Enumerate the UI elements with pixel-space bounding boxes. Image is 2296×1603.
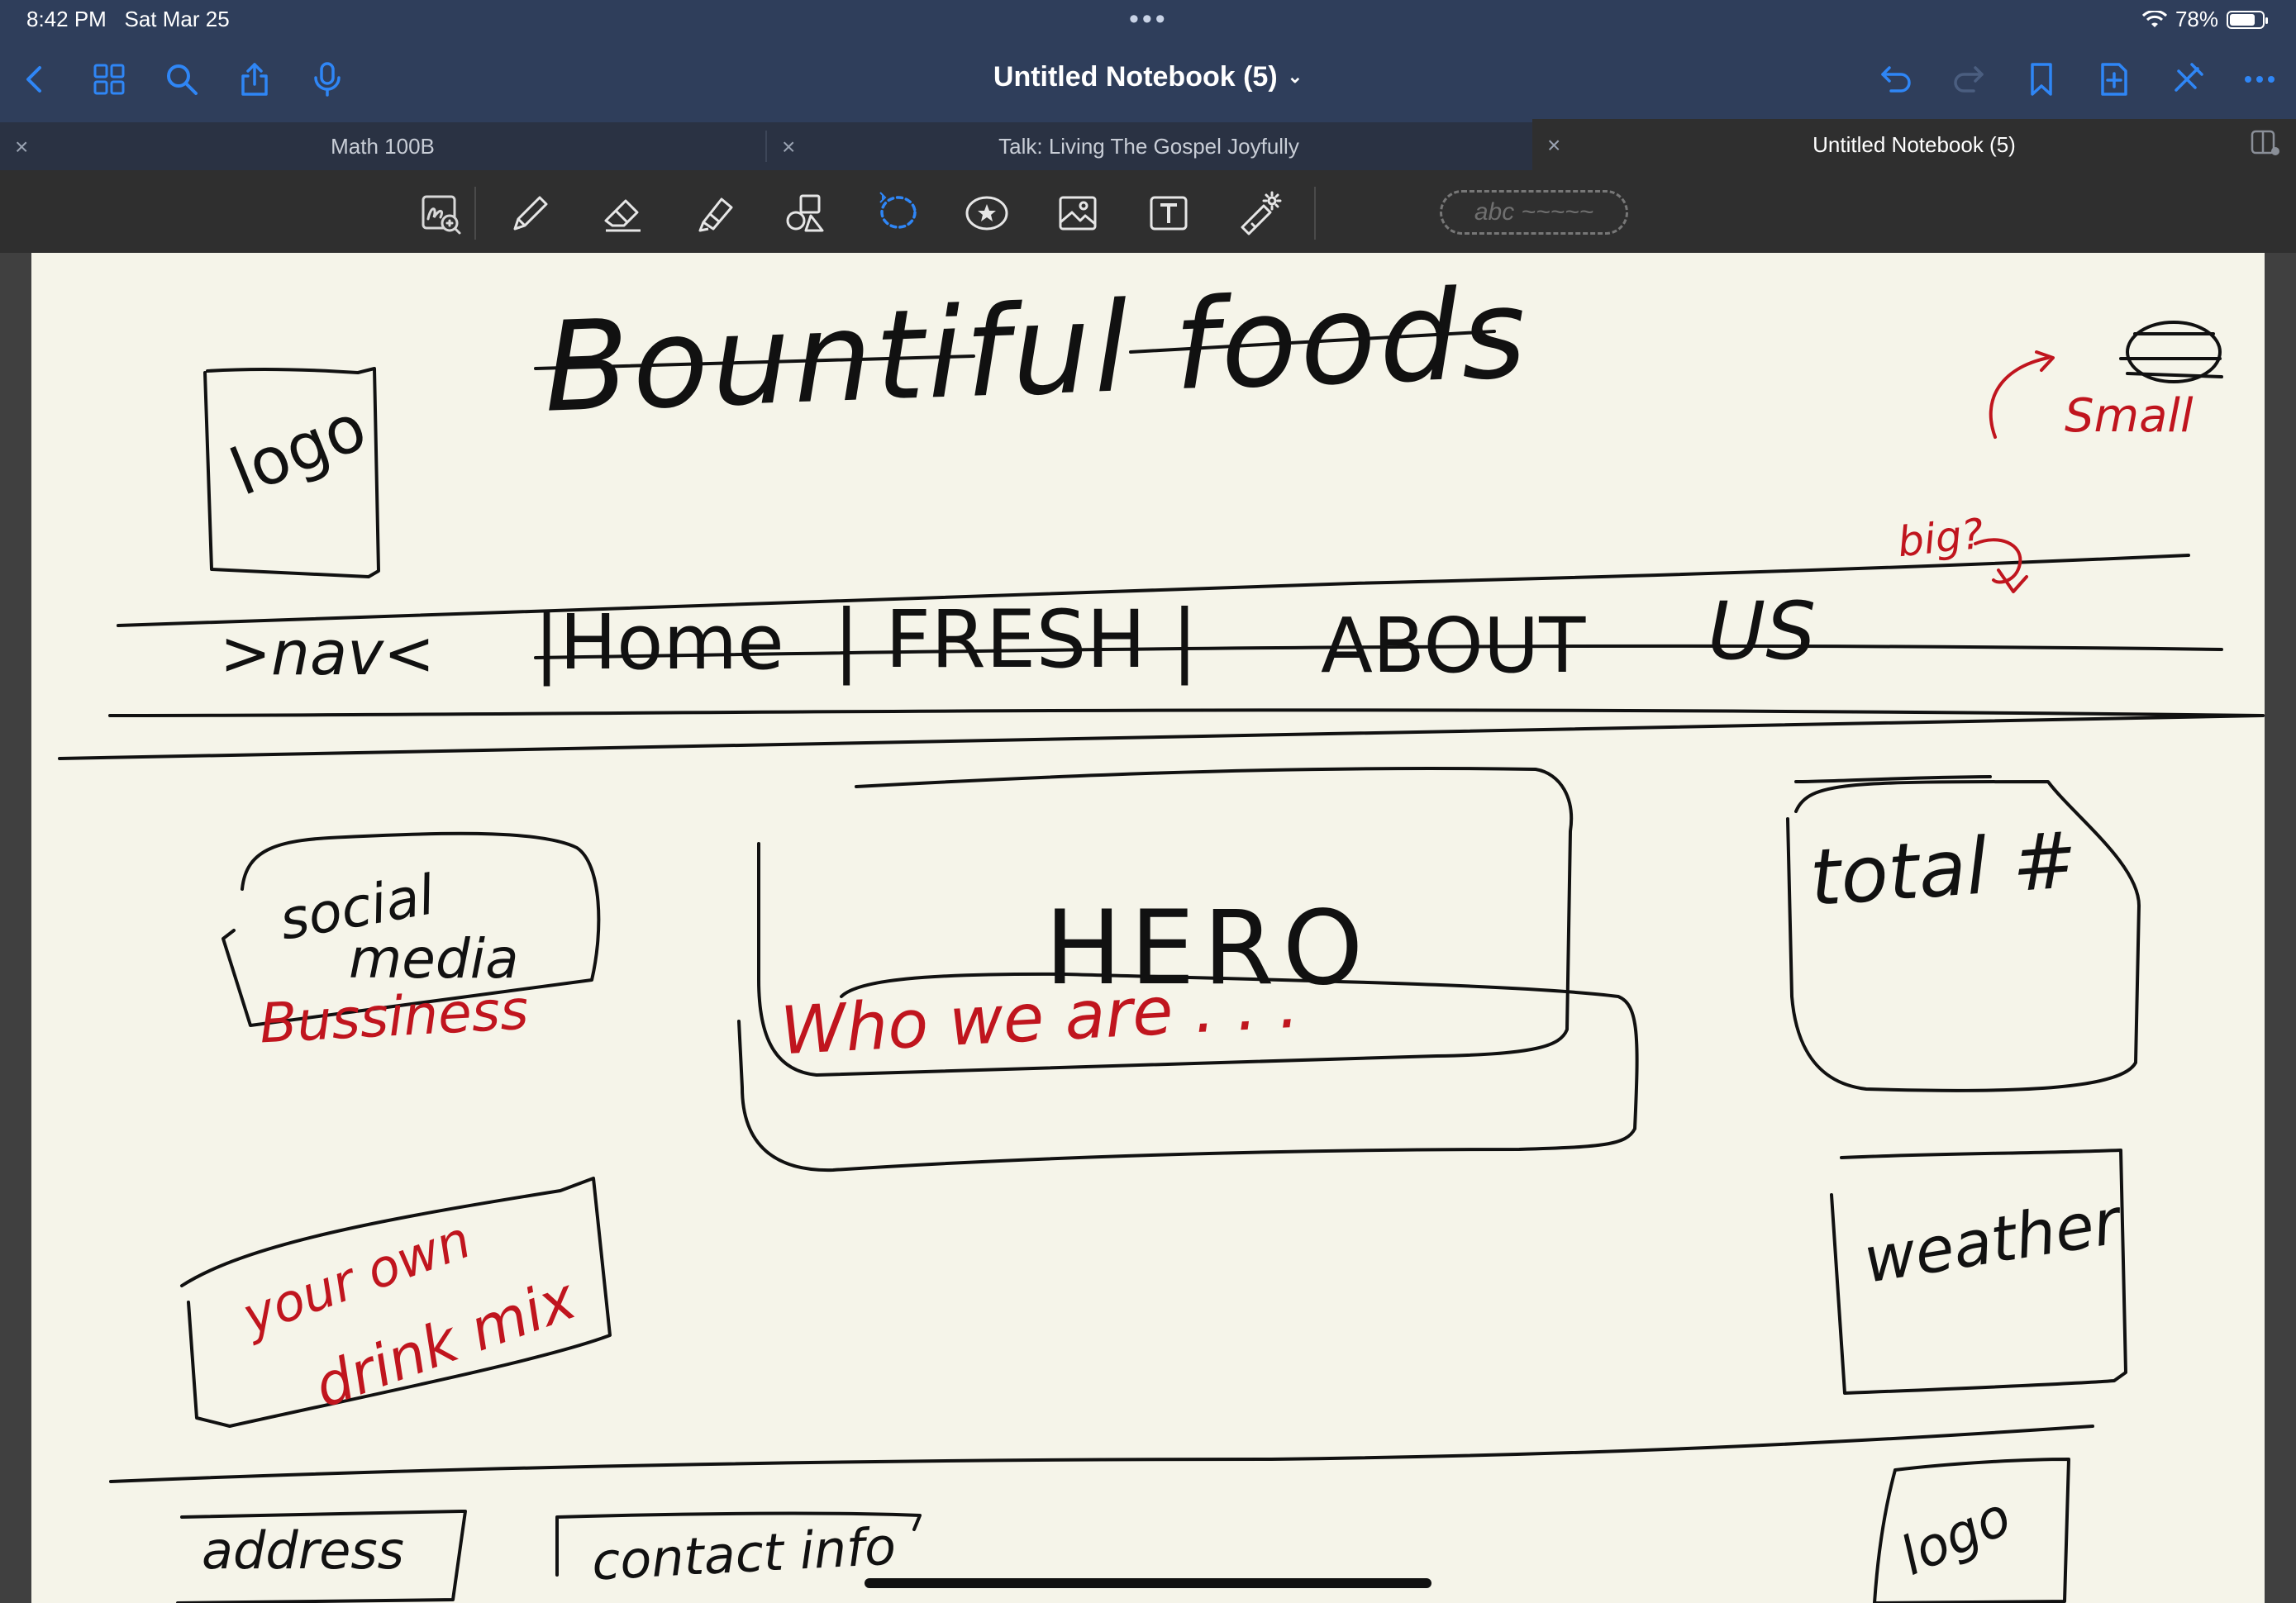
- status-date: Sat Mar 25: [124, 7, 230, 31]
- microphone-icon[interactable]: [304, 56, 350, 102]
- battery-icon: [2227, 10, 2268, 29]
- sketch-nav-us: US: [1708, 585, 1817, 678]
- small-arrow: [1989, 356, 2050, 439]
- text-icon[interactable]: [1142, 187, 1195, 240]
- tab-talk[interactable]: × Talk: Living The Gospel Joyfully: [767, 122, 1531, 170]
- lasso-zoom-icon[interactable]: [413, 187, 466, 240]
- grid-view-icon[interactable]: [86, 56, 132, 102]
- lasso-icon[interactable]: [871, 187, 924, 240]
- battery-percent: 78%: [2175, 7, 2218, 31]
- sketch-social-line2: media: [349, 927, 519, 991]
- notebook-title-text: Untitled Notebook (5): [993, 61, 1278, 93]
- tab-label: Talk: Living The Gospel Joyfully: [998, 133, 1299, 159]
- ellipsis-icon[interactable]: •••: [1129, 3, 1169, 36]
- bookmark-icon[interactable]: [2018, 56, 2065, 102]
- toolbar-divider: [474, 187, 476, 240]
- eraser-icon[interactable]: [597, 187, 650, 240]
- notebook-title-button[interactable]: Untitled Notebook (5) ⌄: [993, 61, 1303, 93]
- split-view-icon[interactable]: [2250, 129, 2281, 157]
- tab-math-100b[interactable]: × Math 100B: [0, 122, 765, 170]
- battery-level: [2230, 13, 2255, 26]
- tab-label: Math 100B: [331, 133, 435, 159]
- search-icon[interactable]: [159, 56, 205, 102]
- navigation-bar: 8:42 PM Sat Mar 25 ••• 78% Untitled Note…: [0, 0, 2296, 122]
- add-page-icon[interactable]: [2091, 56, 2137, 102]
- drawing-toolbar: abc ~~~~~: [0, 170, 2296, 253]
- shapes-icon[interactable]: [780, 187, 833, 240]
- highlighter-icon[interactable]: [689, 187, 742, 240]
- laser-pointer-icon[interactable]: [1233, 187, 1286, 240]
- sketch-nav-about: ABOUT: [1321, 602, 1586, 690]
- close-tool-icon[interactable]: [2164, 56, 2210, 102]
- back-chevron-icon[interactable]: [12, 56, 58, 102]
- share-icon[interactable]: [231, 56, 278, 102]
- sticker-icon[interactable]: [960, 187, 1013, 240]
- tab-close-icon[interactable]: ×: [1547, 132, 1560, 159]
- sketch-contact-label: contact info: [590, 1515, 898, 1592]
- sketch-note-big: big?: [1895, 509, 1986, 567]
- status-time: 8:42 PM Sat Mar 25: [26, 7, 230, 32]
- tab-label: Untitled Notebook (5): [1813, 131, 2016, 157]
- tab-untitled-notebook[interactable]: × Untitled Notebook (5): [1532, 119, 2296, 170]
- pen-icon[interactable]: [504, 187, 557, 240]
- sketch-note-small: Small: [2065, 389, 2194, 443]
- redo-icon[interactable]: [1946, 56, 1992, 102]
- sketch-nav-fresh: | FRESH |: [833, 593, 1198, 686]
- more-icon[interactable]: [2236, 56, 2283, 102]
- sketch-social-business: Bussiness: [258, 977, 531, 1056]
- chevron-down-icon: ⌄: [1287, 66, 1303, 87]
- sketch-nav-label: >nav<: [220, 618, 436, 689]
- tab-close-icon[interactable]: ×: [15, 134, 28, 160]
- nav-bottom-line: [108, 708, 2265, 717]
- wifi-icon: [2141, 10, 2167, 27]
- battery-cap: [2265, 17, 2268, 24]
- status-clock: 8:42 PM: [26, 7, 107, 31]
- tab-bar: × Math 100B × Talk: Living The Gospel Jo…: [0, 119, 2296, 170]
- image-icon[interactable]: [1051, 187, 1104, 240]
- home-indicator[interactable]: [865, 1578, 1431, 1588]
- undo-icon[interactable]: [1873, 56, 1919, 102]
- sketch-nav-home: |Home: [534, 598, 784, 687]
- handwriting-conversion-chip[interactable]: abc ~~~~~: [1440, 190, 1628, 235]
- toolbar-divider: [1314, 187, 1316, 240]
- nav-divider-line: [58, 714, 2265, 760]
- sketch-address-label: address: [202, 1520, 404, 1581]
- sketch-site-title: Bountiful foods: [541, 262, 1531, 440]
- tab-close-icon[interactable]: ×: [782, 134, 795, 160]
- footer-line: [109, 1425, 2094, 1483]
- sketch-total-label: total #: [1807, 815, 2080, 925]
- notebook-page[interactable]: logo Bountiful foods Small big? >nav< |H…: [31, 253, 2265, 1603]
- status-indicators: 78%: [2141, 7, 2268, 32]
